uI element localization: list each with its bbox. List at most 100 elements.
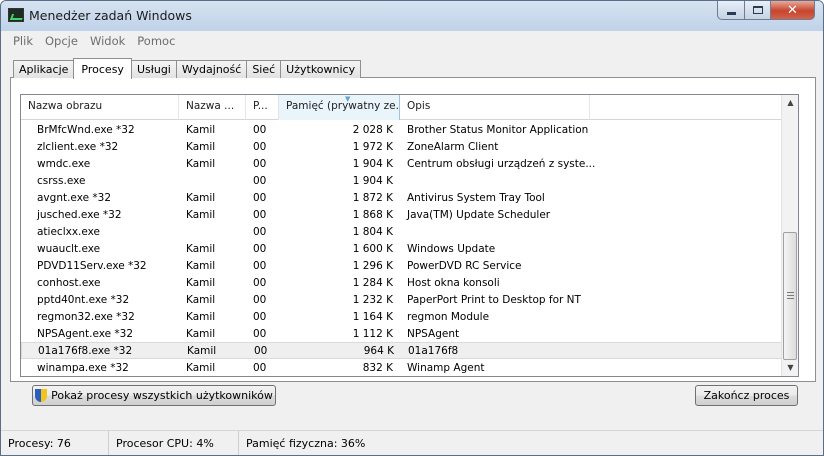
process-name-cell: avgnt.exe *32 (37, 191, 111, 204)
table-row[interactable]: PDVD11Serv.exe *32 Kamil 00 1 296 K PowerDVD… (21, 257, 783, 274)
window-title: Menedżer zadań Windows (29, 8, 192, 23)
process-user-cell: Kamil (186, 208, 216, 221)
process-user-cell: Kamil (186, 191, 216, 204)
process-name-cell: csrss.exe (37, 174, 86, 187)
process-name-cell: conhost.exe (37, 276, 101, 289)
process-name-cell: wmdc.exe (37, 157, 91, 170)
process-memory-cell: 1 600 K (352, 242, 393, 255)
process-memory-cell: 1 232 K (352, 293, 393, 306)
process-user-cell: Kamil (186, 157, 216, 170)
process-user-cell: Kamil (186, 123, 216, 136)
minimize-button[interactable] (717, 1, 745, 20)
process-memory-cell: 1 296 K (352, 259, 393, 272)
process-user-cell: Kamil (186, 242, 216, 255)
process-priority-cell: 00 (253, 293, 267, 306)
process-name-cell: PDVD11Serv.exe *32 (37, 259, 147, 272)
process-list[interactable]: Nazwa obrazu Nazwa ... P... Pamięć (pryw… (20, 94, 799, 377)
process-priority-cell: 00 (253, 327, 267, 340)
process-priority-cell: 00 (254, 344, 268, 357)
task-manager-icon (8, 8, 24, 22)
table-row[interactable]: regmon32.exe *32 Kamil 00 1 164 K regmon Mod… (21, 308, 783, 325)
tab-uslugi[interactable]: Usługi (130, 60, 177, 78)
maximize-icon (752, 6, 763, 14)
grip-line-icon (787, 298, 794, 299)
table-row[interactable]: wuauclt.exe Kamil 00 1 600 K Windows Update (21, 240, 783, 257)
scroll-down-arrow-icon[interactable]: ▼ (782, 360, 798, 376)
process-description-cell: PaperPort Print to Desktop for NT (407, 293, 581, 306)
menu-pomoc[interactable]: Pomoc (131, 34, 181, 48)
process-priority-cell: 00 (253, 174, 267, 187)
process-user-cell: Kamil (186, 276, 216, 289)
menu-bar: Plik Opcje Widok Pomoc (1, 31, 823, 51)
menu-opcje[interactable]: Opcje (39, 34, 84, 48)
table-row[interactable]: zlclient.exe *32 Kamil 00 1 972 K ZoneAlarm … (21, 138, 783, 155)
column-header-image-name[interactable]: Nazwa obrazu (21, 95, 179, 120)
table-row[interactable]: BrMfcWnd.exe *32 Kamil 00 2 028 K Brother St… (21, 121, 783, 138)
process-name-cell: BrMfcWnd.exe *32 (37, 123, 135, 136)
table-row[interactable]: 01a176f8.exe *32 Kamil 00 964 K 01a176f8 (21, 342, 783, 359)
column-header-memory[interactable]: Pamięć (prywatny ze... (279, 95, 400, 120)
task-manager-window: Menedżer zadań Windows ✕ Plik Opcje Wido… (0, 0, 824, 456)
table-row[interactable]: pptd40nt.exe *32 Kamil 00 1 232 K PaperPort … (21, 291, 783, 308)
end-process-button[interactable]: Zakończ proces (695, 385, 798, 406)
scrollbar-thumb[interactable] (783, 232, 797, 360)
tab-strip: Aplikacje Procesy Usługi Wydajność Sieć … (13, 58, 362, 79)
process-priority-cell: 00 (253, 157, 267, 170)
title-bar[interactable]: Menedżer zadań Windows ✕ (1, 1, 823, 31)
process-description-cell: Java(TM) Update Scheduler (407, 208, 551, 221)
process-memory-cell: 964 K (363, 344, 394, 357)
tab-wydajnosc[interactable]: Wydajność (175, 60, 248, 78)
process-name-cell: zlclient.exe *32 (37, 140, 119, 153)
table-row[interactable]: avgnt.exe *32 Kamil 00 1 872 K Antivirus Sys… (21, 189, 783, 206)
process-description-cell: Winamp Agent (407, 361, 485, 374)
close-button[interactable]: ✕ (770, 1, 815, 20)
tab-siec[interactable]: Sieć (246, 60, 282, 78)
process-description-cell: Centrum obsługi urządzeń z syste... (407, 157, 595, 170)
process-description-cell: NPSAgent (407, 327, 460, 340)
process-name-cell: pptd40nt.exe *32 (37, 293, 130, 306)
process-memory-cell: 1 868 K (352, 208, 393, 221)
table-row[interactable]: NPSAgent.exe *32 Kamil 00 1 112 K NPSAgent (21, 325, 783, 342)
column-header-description[interactable]: Opis (400, 95, 590, 120)
process-name-cell: wuauclt.exe (37, 242, 101, 255)
tab-uzytkownicy[interactable]: Użytkownicy (280, 60, 362, 78)
grip-line-icon (787, 295, 794, 296)
scroll-up-arrow-icon[interactable]: ▲ (782, 95, 798, 111)
tab-procesy[interactable]: Procesy (73, 58, 132, 79)
process-memory-cell: 832 K (362, 361, 393, 374)
process-name-cell: atieclxx.exe (37, 225, 101, 238)
list-header: Nazwa obrazu Nazwa ... P... Pamięć (pryw… (21, 95, 783, 120)
process-name-cell: jusched.exe *32 (37, 208, 122, 221)
table-row[interactable]: jusched.exe *32 Kamil 00 1 868 K Java(TM) Up… (21, 206, 783, 223)
process-memory-cell: 1 112 K (352, 327, 393, 340)
table-row[interactable]: winampa.exe *32 Kamil 00 832 K Winamp Agent (21, 359, 783, 376)
process-description-cell: PowerDVD RC Service (407, 259, 522, 272)
maximize-button[interactable] (744, 1, 771, 20)
close-icon: ✕ (787, 2, 798, 18)
column-header-user-name[interactable]: Nazwa ... (179, 95, 246, 120)
process-description-cell: ZoneAlarm Client (407, 140, 499, 153)
table-row[interactable]: atieclxx.exe 00 1 804 K (21, 223, 783, 240)
process-priority-cell: 00 (253, 361, 267, 374)
table-row[interactable]: conhost.exe Kamil 00 1 284 K Host okna konso… (21, 274, 783, 291)
process-name-cell: NPSAgent.exe *32 (37, 327, 134, 340)
process-user-cell: Kamil (186, 140, 216, 153)
grip-line-icon (787, 292, 794, 293)
process-priority-cell: 00 (253, 259, 267, 272)
process-memory-cell: 1 164 K (352, 310, 393, 323)
vertical-scrollbar[interactable]: ▲ ▼ (781, 95, 798, 376)
process-user-cell: Kamil (186, 293, 216, 306)
process-name-cell: regmon32.exe *32 (37, 310, 135, 323)
column-header-priority[interactable]: P... (246, 95, 279, 120)
tab-aplikacje[interactable]: Aplikacje (13, 60, 75, 78)
process-memory-cell: 2 028 K (352, 123, 393, 136)
process-description-cell: Antivirus System Tray Tool (407, 191, 545, 204)
process-description-cell: 01a176f8 (408, 344, 459, 357)
show-all-processes-button[interactable]: Pokaż procesy wszystkich użytkowników (32, 385, 276, 406)
menu-plik[interactable]: Plik (7, 34, 39, 48)
table-row[interactable]: wmdc.exe Kamil 00 1 904 K Centrum obsługi ur… (21, 155, 783, 172)
table-row[interactable]: csrss.exe 00 1 904 K (21, 172, 783, 189)
process-user-cell: Kamil (186, 327, 216, 340)
process-memory-cell: 1 284 K (352, 276, 393, 289)
menu-widok[interactable]: Widok (84, 34, 131, 48)
